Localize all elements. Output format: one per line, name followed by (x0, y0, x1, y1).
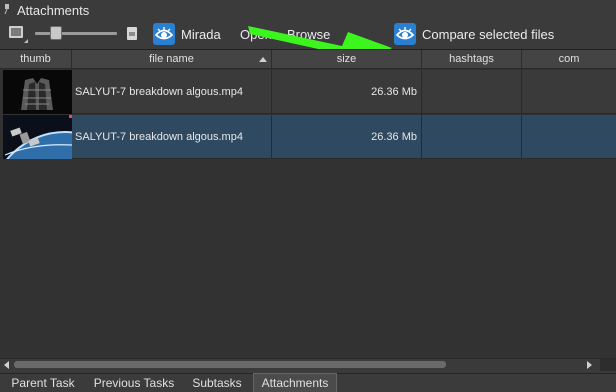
mirada-label: Mirada (181, 26, 221, 42)
sort-ascending-icon (259, 57, 267, 62)
table-header: thumb file name size hashtags com (0, 50, 616, 69)
toolbar: Mirada Open Browse Compare selected file… (0, 20, 616, 68)
horizontal-scrollbar[interactable] (0, 358, 616, 371)
table-row-selected[interactable]: SALYUT-7 breakdown algous.mp4 26.36 Mb (3, 115, 616, 159)
slider-handle[interactable] (50, 26, 62, 40)
tab-attachments[interactable]: Attachments (253, 373, 337, 392)
spaceship-thumbnail (3, 70, 72, 114)
film-icon[interactable] (9, 26, 23, 38)
compare-eye-icon (394, 23, 416, 45)
column-header-file-name-label: file name (149, 53, 194, 65)
bottom-tab-bar: Parent Task Previous Tasks Subtasks Atta… (0, 373, 616, 392)
mirada-button[interactable]: Mirada (153, 20, 221, 48)
scroll-right-arrow-icon[interactable] (587, 361, 592, 369)
column-header-comment[interactable]: com (522, 50, 616, 69)
earth-orbit-thumbnail (3, 115, 72, 159)
attachments-table: thumb file name size hashtags com SALYUT… (0, 49, 616, 358)
compare-selected-files-button[interactable]: Compare selected files (394, 20, 554, 48)
panel-header: Attachments (0, 0, 616, 20)
table-row[interactable]: SALYUT-7 breakdown algous.mp4 26.36 Mb (3, 70, 616, 114)
file-name-text: SALYUT-7 breakdown algous.mp4 (75, 131, 243, 143)
scrollbar-thumb[interactable] (14, 361, 446, 368)
size-text: 26.36 Mb (371, 131, 417, 143)
hashtags-cell[interactable] (422, 70, 522, 114)
scrollbar-corner (600, 359, 616, 371)
file-name-cell[interactable]: SALYUT-7 breakdown algous.mp4 (72, 115, 272, 159)
dropdown-corner-icon[interactable] (24, 39, 28, 43)
comment-cell[interactable] (522, 115, 616, 159)
size-cell[interactable]: 26.36 Mb (272, 115, 422, 159)
file-name-cell[interactable]: SALYUT-7 breakdown algous.mp4 (72, 70, 272, 114)
document-icon[interactable] (127, 27, 137, 40)
column-header-thumb[interactable]: thumb (0, 50, 72, 69)
column-header-size[interactable]: size (272, 50, 422, 69)
tab-previous-tasks[interactable]: Previous Tasks (86, 374, 182, 392)
file-name-text: SALYUT-7 breakdown algous.mp4 (75, 86, 243, 98)
compare-label: Compare selected files (422, 26, 555, 42)
tab-subtasks[interactable]: Subtasks (184, 374, 250, 392)
size-cell[interactable]: 26.36 Mb (272, 70, 422, 114)
panel-title: Attachments (17, 3, 90, 18)
hashtags-cell[interactable] (422, 115, 522, 159)
pin-icon[interactable] (4, 4, 10, 14)
tab-parent-task[interactable]: Parent Task (2, 374, 84, 392)
thumb-cell[interactable] (3, 115, 72, 159)
column-header-hashtags[interactable]: hashtags (422, 50, 522, 69)
comment-cell[interactable] (522, 70, 616, 114)
column-header-file-name[interactable]: file name (72, 50, 272, 69)
mirada-eye-icon (153, 23, 175, 45)
scroll-left-arrow-icon[interactable] (4, 361, 9, 369)
thumb-cell[interactable] (3, 70, 72, 114)
size-text: 26.36 Mb (371, 86, 417, 98)
thumbnail-size-slider[interactable] (35, 32, 117, 35)
